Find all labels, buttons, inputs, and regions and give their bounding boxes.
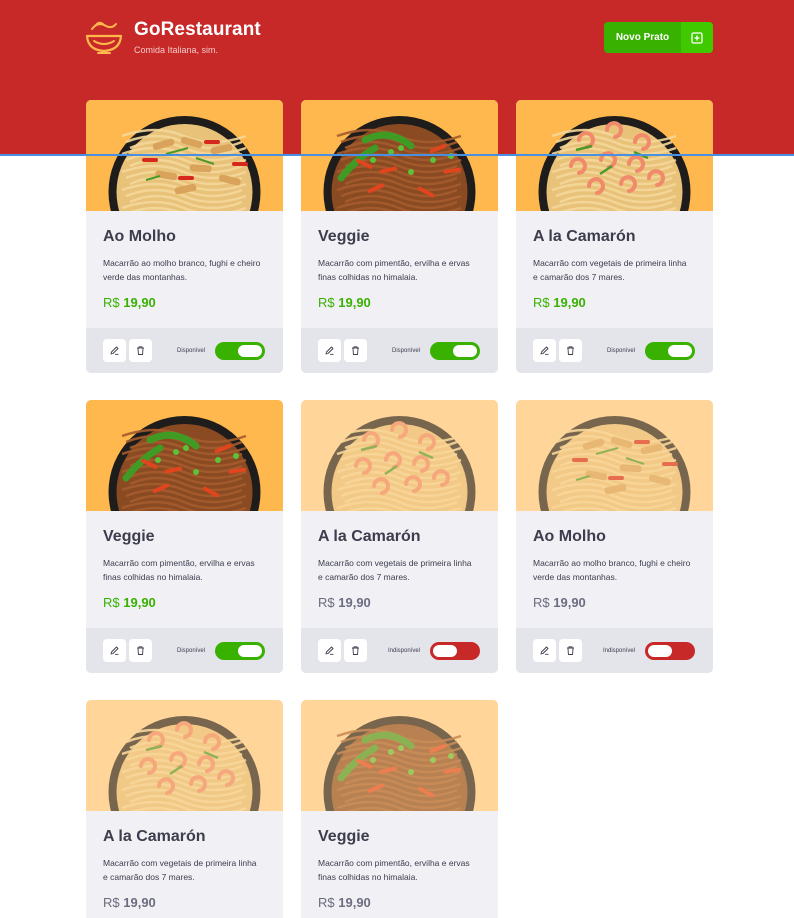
availability-toggle[interactable] (430, 342, 480, 360)
food-card-footer: Disponível (86, 628, 283, 673)
food-card: Ao Molho Macarrão ao molho branco, fughi… (516, 400, 713, 673)
food-price: R$ 19,90 (318, 895, 371, 910)
delete-button[interactable] (344, 639, 367, 662)
edit-button[interactable] (103, 339, 126, 362)
food-description: Macarrão com pimentão, ervilha e ervas f… (318, 258, 470, 282)
availability-label: Disponível (607, 348, 636, 354)
edit-button[interactable] (533, 339, 556, 362)
toggle-knob (453, 345, 477, 357)
pasta-dish-image (323, 416, 476, 511)
food-card-footer: Disponível (301, 328, 498, 373)
app-subtitle: Comida Italiana, sim. (134, 45, 219, 55)
food-description: Macarrão com vegetais de primeira linha … (533, 258, 687, 282)
food-card: Ao Molho Macarrão ao molho branco, fughi… (86, 100, 283, 373)
availability-label: Indisponível (388, 648, 421, 654)
food-name: A la Camarón (533, 228, 636, 245)
delete-button[interactable] (129, 339, 152, 362)
food-price: R$ 19,90 (318, 595, 371, 610)
edit-button[interactable] (533, 639, 556, 662)
toggle-knob (238, 345, 262, 357)
pasta-dish-image (108, 716, 261, 811)
food-name: Veggie (318, 228, 370, 245)
food-card-footer: Disponível (86, 328, 283, 373)
food-description: Macarrão com pimentão, ervilha e ervas f… (318, 858, 470, 882)
food-price: R$ 19,90 (103, 295, 156, 310)
food-card: A la Camarón Macarrão com vegetais de pr… (301, 400, 498, 673)
food-card-footer: Indisponível (301, 628, 498, 673)
food-image (301, 700, 498, 811)
page: GoRestaurant Comida Italiana, sim. Novo … (0, 0, 794, 918)
availability-label: Disponível (177, 648, 206, 654)
food-image (86, 700, 283, 811)
food-description: Macarrão com pimentão, ervilha e ervas f… (103, 558, 255, 582)
logo[interactable]: GoRestaurant Comida Italiana, sim. (84, 19, 261, 57)
food-price: R$ 19,90 (533, 595, 586, 610)
toggle-knob (433, 645, 457, 657)
food-card-footer: Disponível (516, 328, 713, 373)
pasta-dish-image (538, 416, 691, 511)
food-card: A la Camarón Macarrão com vegetais de pr… (516, 100, 713, 373)
food-name: A la Camarón (103, 828, 206, 845)
edit-button[interactable] (318, 339, 341, 362)
availability-toggle[interactable] (645, 642, 695, 660)
availability-toggle[interactable] (215, 342, 265, 360)
pencil-icon (325, 346, 334, 355)
pencil-icon (110, 646, 119, 655)
trash-icon (567, 346, 574, 355)
food-image (301, 400, 498, 511)
food-description: Macarrão ao molho branco, fughi e cheiro… (533, 558, 691, 582)
toggle-knob (648, 645, 672, 657)
availability-toggle[interactable] (645, 342, 695, 360)
pencil-icon (540, 646, 549, 655)
toggle-knob (238, 645, 262, 657)
food-image (86, 400, 283, 511)
bowl-icon (85, 21, 123, 54)
food-description: Macarrão ao molho branco, fughi e cheiro… (103, 258, 261, 282)
toggle-knob (668, 345, 692, 357)
food-card: Veggie Macarrão com pimentão, ervilha e … (301, 100, 498, 373)
availability-toggle[interactable] (215, 642, 265, 660)
food-card: A la Camarón Macarrão com vegetais de pr… (86, 700, 283, 918)
new-dish-button[interactable]: Novo Prato (604, 22, 713, 53)
pencil-icon (110, 346, 119, 355)
availability-label: Indisponível (603, 648, 636, 654)
food-card-footer: Indisponível (516, 628, 713, 673)
delete-button[interactable] (559, 639, 582, 662)
edit-button[interactable] (103, 639, 126, 662)
food-card: Veggie Macarrão com pimentão, ervilha e … (86, 400, 283, 673)
header-divider-line (0, 154, 794, 156)
pencil-icon (540, 346, 549, 355)
food-name: Ao Molho (533, 528, 606, 545)
pasta-dish-image (323, 716, 476, 811)
trash-icon (137, 646, 144, 655)
food-name: Veggie (103, 528, 155, 545)
food-price: R$ 19,90 (318, 295, 371, 310)
delete-button[interactable] (344, 339, 367, 362)
app-title: GoRestaurant (134, 19, 261, 40)
food-name: Veggie (318, 828, 370, 845)
food-description: Macarrão com vegetais de primeira linha … (103, 858, 257, 882)
trash-icon (567, 646, 574, 655)
availability-label: Disponível (177, 348, 206, 354)
delete-button[interactable] (129, 639, 152, 662)
delete-button[interactable] (559, 339, 582, 362)
food-description: Macarrão com vegetais de primeira linha … (318, 558, 472, 582)
food-price: R$ 19,90 (533, 295, 586, 310)
trash-icon (352, 346, 359, 355)
food-price: R$ 19,90 (103, 595, 156, 610)
new-dish-label: Novo Prato (615, 32, 670, 43)
food-image (516, 400, 713, 511)
edit-button[interactable] (318, 639, 341, 662)
food-name: A la Camarón (318, 528, 421, 545)
pencil-icon (325, 646, 334, 655)
pasta-dish-image (108, 416, 261, 511)
food-name: Ao Molho (103, 228, 176, 245)
availability-toggle[interactable] (430, 642, 480, 660)
food-card: Veggie Macarrão com pimentão, ervilha e … (301, 700, 498, 918)
trash-icon (137, 346, 144, 355)
plus-square-icon (681, 22, 713, 53)
food-price: R$ 19,90 (103, 895, 156, 910)
trash-icon (352, 646, 359, 655)
availability-label: Disponível (392, 348, 421, 354)
